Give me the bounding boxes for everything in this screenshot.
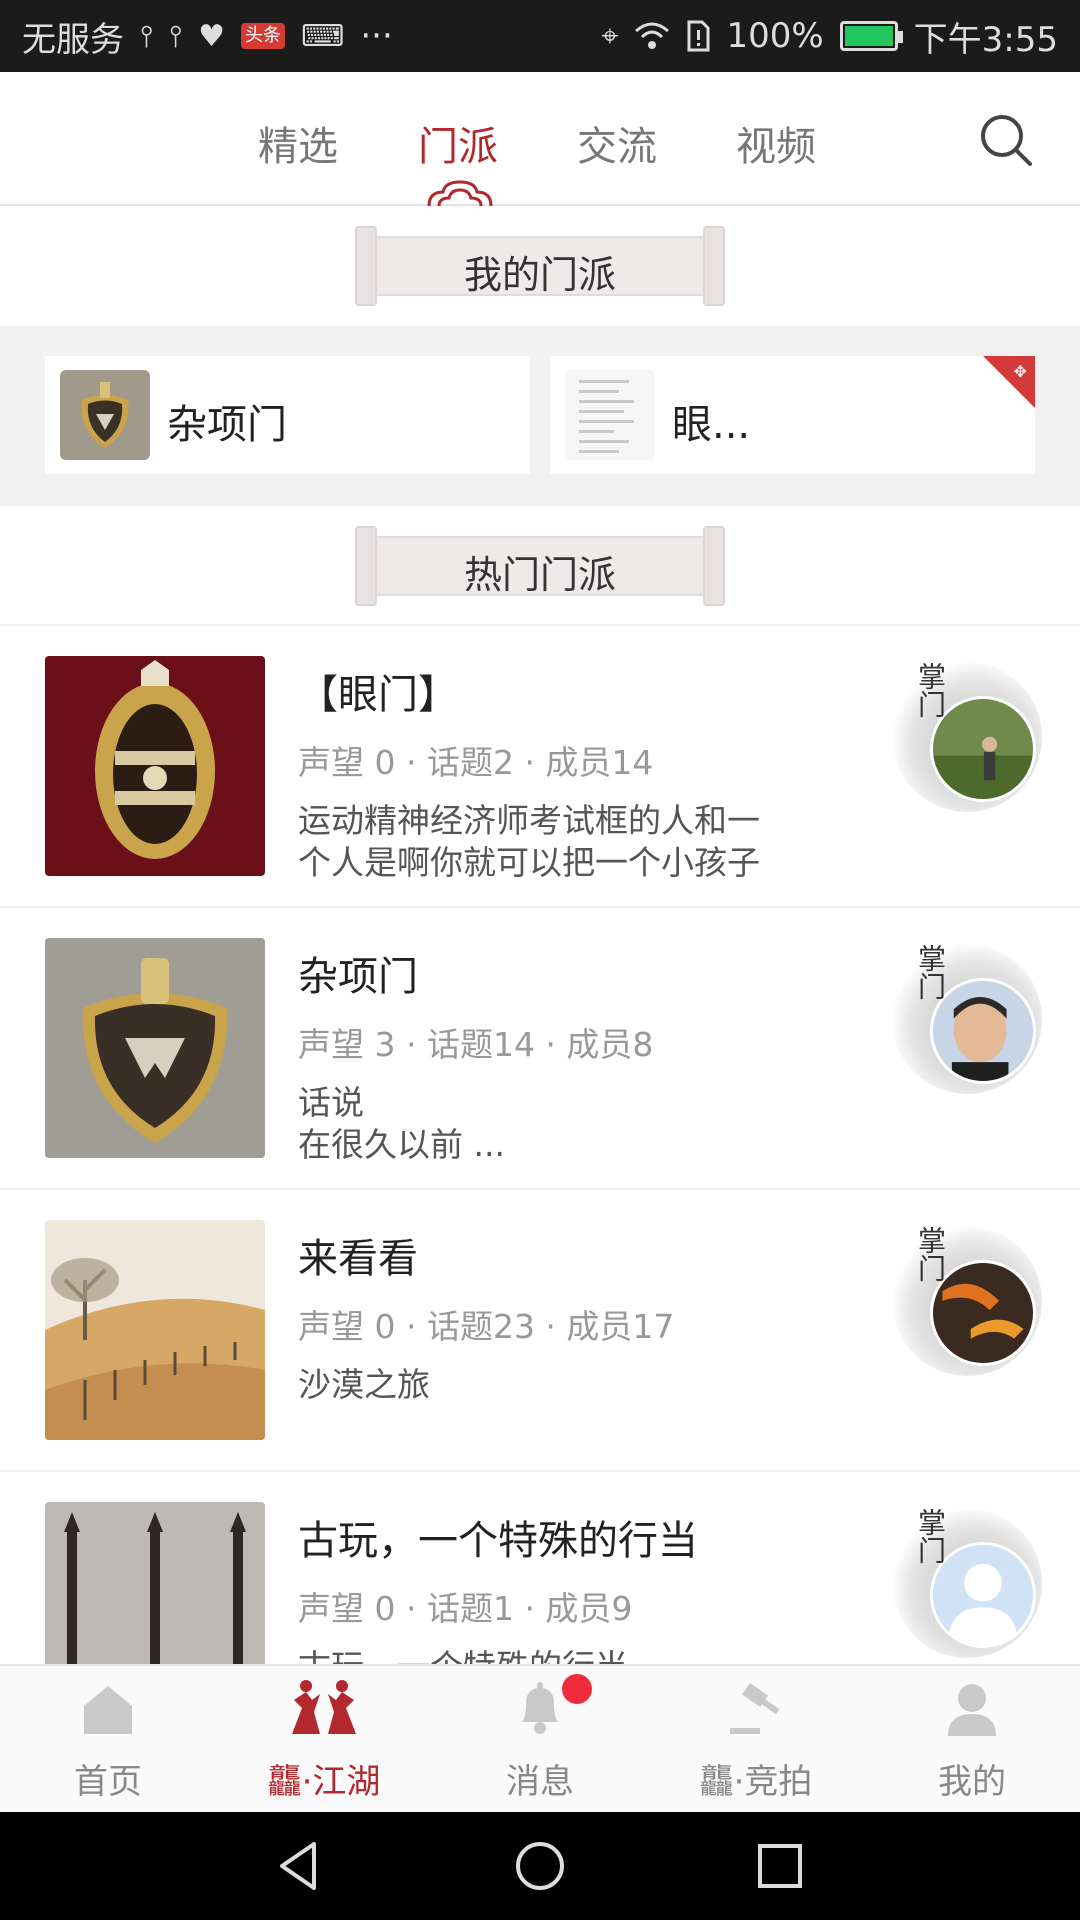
sect-title: 来看看 — [298, 1236, 418, 1282]
clock: 下午3:55 — [913, 19, 1058, 60]
sect-title: 【眼门】 — [298, 672, 458, 718]
my-sect-card[interactable]: 眼... ✥ — [550, 356, 1035, 474]
bottom-tab-profile[interactable]: 我的 — [864, 1666, 1080, 1814]
tab-video[interactable]: 视频 — [736, 114, 816, 172]
tab-discussion[interactable]: 交流 — [577, 114, 657, 172]
location-icon: ⌖ — [601, 18, 619, 54]
bottom-tab-jianghu[interactable]: 龘·江湖 — [216, 1666, 432, 1814]
sect-stats: 声望 0 · 话题1 · 成员9 — [298, 1589, 633, 1628]
status-bar: 无服务 ⫯ ⫯ ♥ 头条 ⌨ ··· ⌖ 100% 下午3:55 — [0, 0, 1080, 72]
sect-master[interactable]: 掌门 — [892, 944, 1042, 1094]
search-icon[interactable] — [978, 112, 1034, 168]
hot-sects-header: 热门门派 — [355, 526, 725, 606]
master-label: 掌门 — [914, 662, 947, 718]
tab-label: 龘·江湖 — [267, 1762, 381, 1802]
unread-badge — [562, 1674, 592, 1704]
warriors-icon — [292, 1680, 356, 1734]
sect-title: 杂项门 — [298, 954, 418, 1000]
hot-sects-title: 热门门派 — [463, 553, 616, 597]
sect-master[interactable]: 掌门 — [892, 662, 1042, 812]
top-tab-bar: 精选 门派 交流 视频 — [0, 72, 1080, 206]
battery-icon — [839, 21, 903, 51]
person-icon — [948, 1684, 996, 1736]
hot-sect-row[interactable]: 来看看 声望 0 · 话题23 · 成员17 沙漠之旅 掌门 — [0, 1190, 1080, 1472]
owner-corner-badge — [983, 356, 1035, 408]
sect-master[interactable]: 掌门 — [892, 1508, 1042, 1658]
tab-label: 龘·竞拍 — [699, 1762, 813, 1802]
sect-thumbnail — [565, 370, 655, 460]
sect-thumbnail — [60, 370, 150, 460]
home-icon — [84, 1686, 132, 1734]
heartbeat-icon: ♥ — [198, 18, 226, 54]
back-icon[interactable] — [274, 1840, 326, 1892]
toutiao-app-icon: 头条 — [241, 23, 286, 49]
tab-label: 首页 — [74, 1762, 142, 1802]
keyboard-icon: ⌨ — [301, 18, 345, 54]
my-sect-name: 眼... — [672, 402, 751, 448]
sect-cover-image — [45, 1220, 265, 1440]
tab-featured[interactable]: 精选 — [258, 114, 338, 172]
carrier-text: 无服务 — [22, 19, 124, 60]
wifi-icon — [635, 22, 670, 49]
master-label: 掌门 — [914, 944, 947, 1000]
my-sects-list: 杂项门 眼... ✥ — [0, 326, 1080, 506]
bell-icon — [522, 1682, 558, 1734]
tab-sects[interactable]: 门派 — [418, 114, 498, 172]
my-sect-card[interactable]: 杂项门 — [45, 356, 530, 474]
sect-stats: 声望 0 · 话题2 · 成员14 — [298, 743, 654, 782]
sim-alert-icon — [687, 20, 710, 52]
bottom-tab-bar: 首页 龘·江湖 消息 龘·竞拍 我的 — [0, 1664, 1080, 1812]
sect-stats: 声望 0 · 话题23 · 成员17 — [298, 1307, 675, 1346]
bottom-tab-auction[interactable]: 龘·竞拍 — [648, 1666, 864, 1814]
sect-stats: 声望 3 · 话题14 · 成员8 — [298, 1025, 654, 1064]
my-sects-title: 我的门派 — [463, 253, 616, 297]
tab-label: 消息 — [506, 1762, 574, 1802]
my-sects-header: 我的门派 — [355, 226, 725, 306]
master-label: 掌门 — [914, 1226, 947, 1282]
battery-percent: 100% — [726, 16, 824, 56]
sect-description: 沙漠之旅 — [298, 1365, 430, 1404]
diamond-icon: ✥ — [1013, 362, 1027, 381]
usb-icon: ⫯ — [140, 18, 154, 54]
sect-cover-image — [45, 656, 265, 876]
active-tab-cloud-indicator — [427, 180, 493, 206]
sect-description: 运动精神经济师考试框的人和一 个人是啊你就可以把一个小孩子 — [298, 801, 760, 882]
hot-sect-row[interactable]: 杂项门 声望 3 · 话题14 · 成员8 话说 在很久以前 ... 掌门 — [0, 908, 1080, 1190]
hot-sect-row[interactable]: 【眼门】 声望 0 · 话题2 · 成员14 运动精神经济师考试框的人和一 个人… — [0, 626, 1080, 908]
bottom-tab-messages[interactable]: 消息 — [432, 1666, 648, 1814]
more-notifications: ··· — [360, 16, 393, 56]
sect-cover-image — [45, 938, 265, 1158]
sect-master[interactable]: 掌门 — [892, 1226, 1042, 1376]
system-nav-bar — [0, 1812, 1080, 1920]
sect-title: 古玩，一个特殊的行当 — [298, 1518, 698, 1564]
sect-description: 话说 在很久以前 ... — [298, 1083, 505, 1164]
my-sect-name: 杂项门 — [167, 402, 287, 448]
home-circle-icon[interactable] — [514, 1840, 566, 1892]
bottom-tab-home[interactable]: 首页 — [0, 1666, 216, 1814]
usb-icon: ⫯ — [169, 18, 183, 54]
recents-icon[interactable] — [754, 1840, 806, 1892]
gavel-icon — [730, 1682, 780, 1734]
tab-label: 我的 — [938, 1762, 1006, 1802]
master-label: 掌门 — [914, 1508, 947, 1564]
